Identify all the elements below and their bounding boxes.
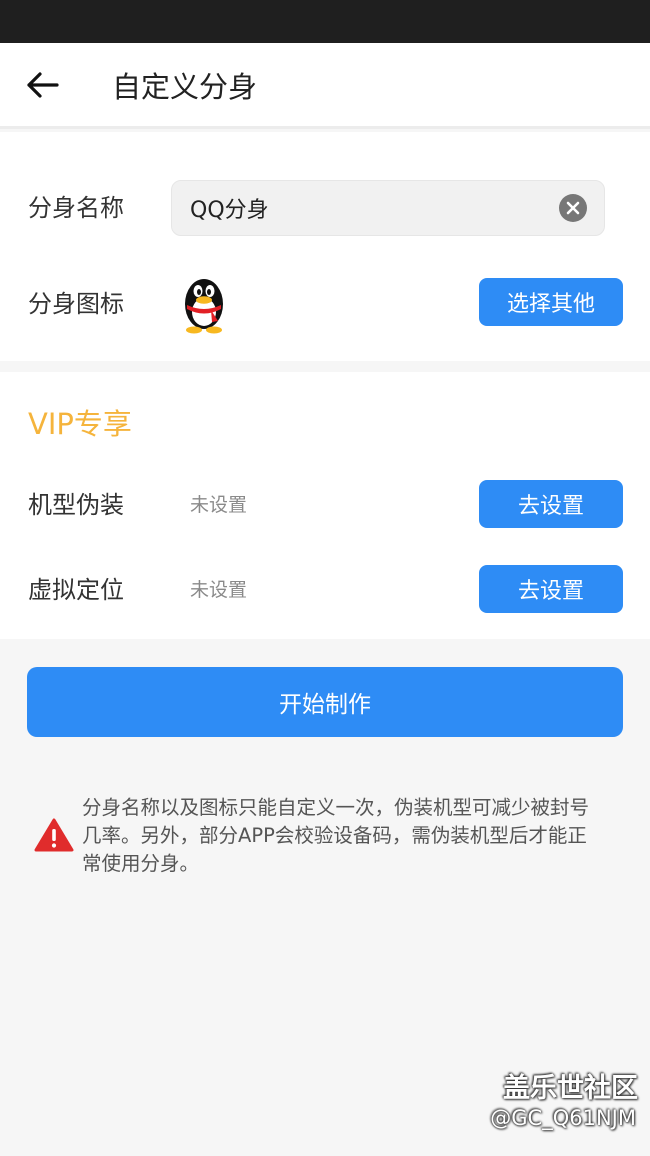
choose-other-button[interactable]: 选择其他 <box>479 278 623 326</box>
arrow-left-icon <box>27 72 59 98</box>
notice-text: 分身名称以及图标只能自定义一次，伪装机型可减少被封号几率。另外，部分APP会校验… <box>82 796 590 875</box>
clear-button[interactable] <box>559 194 587 222</box>
close-icon <box>566 201 580 215</box>
vip-card: VIP专享 机型伪装 未设置 去设置 虚拟定位 未设置 去设置 <box>0 372 650 639</box>
app-bar: 自定义分身 <box>0 43 650 129</box>
watermark-user: @GC_Q61NJM <box>490 1106 636 1130</box>
page-title: 自定义分身 <box>112 70 258 104</box>
name-field <box>171 180 605 236</box>
vip-title: VIP专享 <box>28 407 132 441</box>
name-label: 分身名称 <box>28 194 124 222</box>
virtual-location-label: 虚拟定位 <box>28 576 124 604</box>
device-disguise-set-button[interactable]: 去设置 <box>479 480 623 528</box>
virtual-location-status: 未设置 <box>190 579 248 601</box>
device-disguise-label: 机型伪装 <box>28 491 124 519</box>
basic-settings-card: 分身名称 分身图标 选择其他 <box>0 132 650 361</box>
start-button[interactable]: 开始制作 <box>27 667 623 737</box>
status-bar <box>0 0 650 43</box>
back-button[interactable] <box>20 63 64 107</box>
virtual-location-set-button[interactable]: 去设置 <box>479 565 623 613</box>
qq-penguin-icon <box>178 274 230 334</box>
device-disguise-status: 未设置 <box>190 494 248 516</box>
icon-label: 分身图标 <box>28 290 124 318</box>
name-input[interactable] <box>190 181 550 235</box>
watermark-site: 盖乐世社区 <box>503 1073 638 1104</box>
warning-icon <box>34 818 74 852</box>
